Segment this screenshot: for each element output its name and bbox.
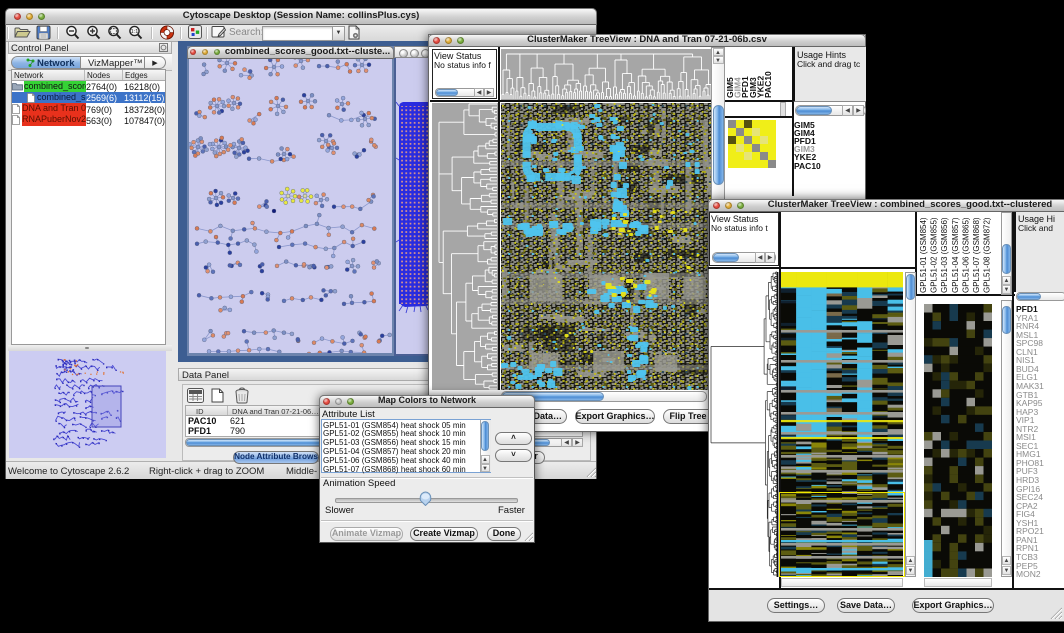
svg-text:PAC10: PAC10 — [763, 71, 773, 98]
svg-text:1:1: 1:1 — [131, 29, 139, 35]
svg-text:GPL51-06 (GSM865): GPL51-06 (GSM865) — [961, 217, 970, 293]
svg-text:GPL51-04 (GSM857): GPL51-04 (GSM857) — [951, 217, 960, 293]
svg-text:GPL51-08 (GSM872): GPL51-08 (GSM872) — [983, 217, 992, 293]
svg-text:GPL51-02 (GSM855): GPL51-02 (GSM855) — [930, 217, 939, 293]
svg-text:GPL51-07 (GSM868): GPL51-07 (GSM868) — [972, 217, 981, 293]
svg-text:GPL51-01 (GSM854): GPL51-01 (GSM854) — [919, 217, 928, 293]
svg-text:GPL51-03 (GSM856): GPL51-03 (GSM856) — [940, 217, 949, 293]
